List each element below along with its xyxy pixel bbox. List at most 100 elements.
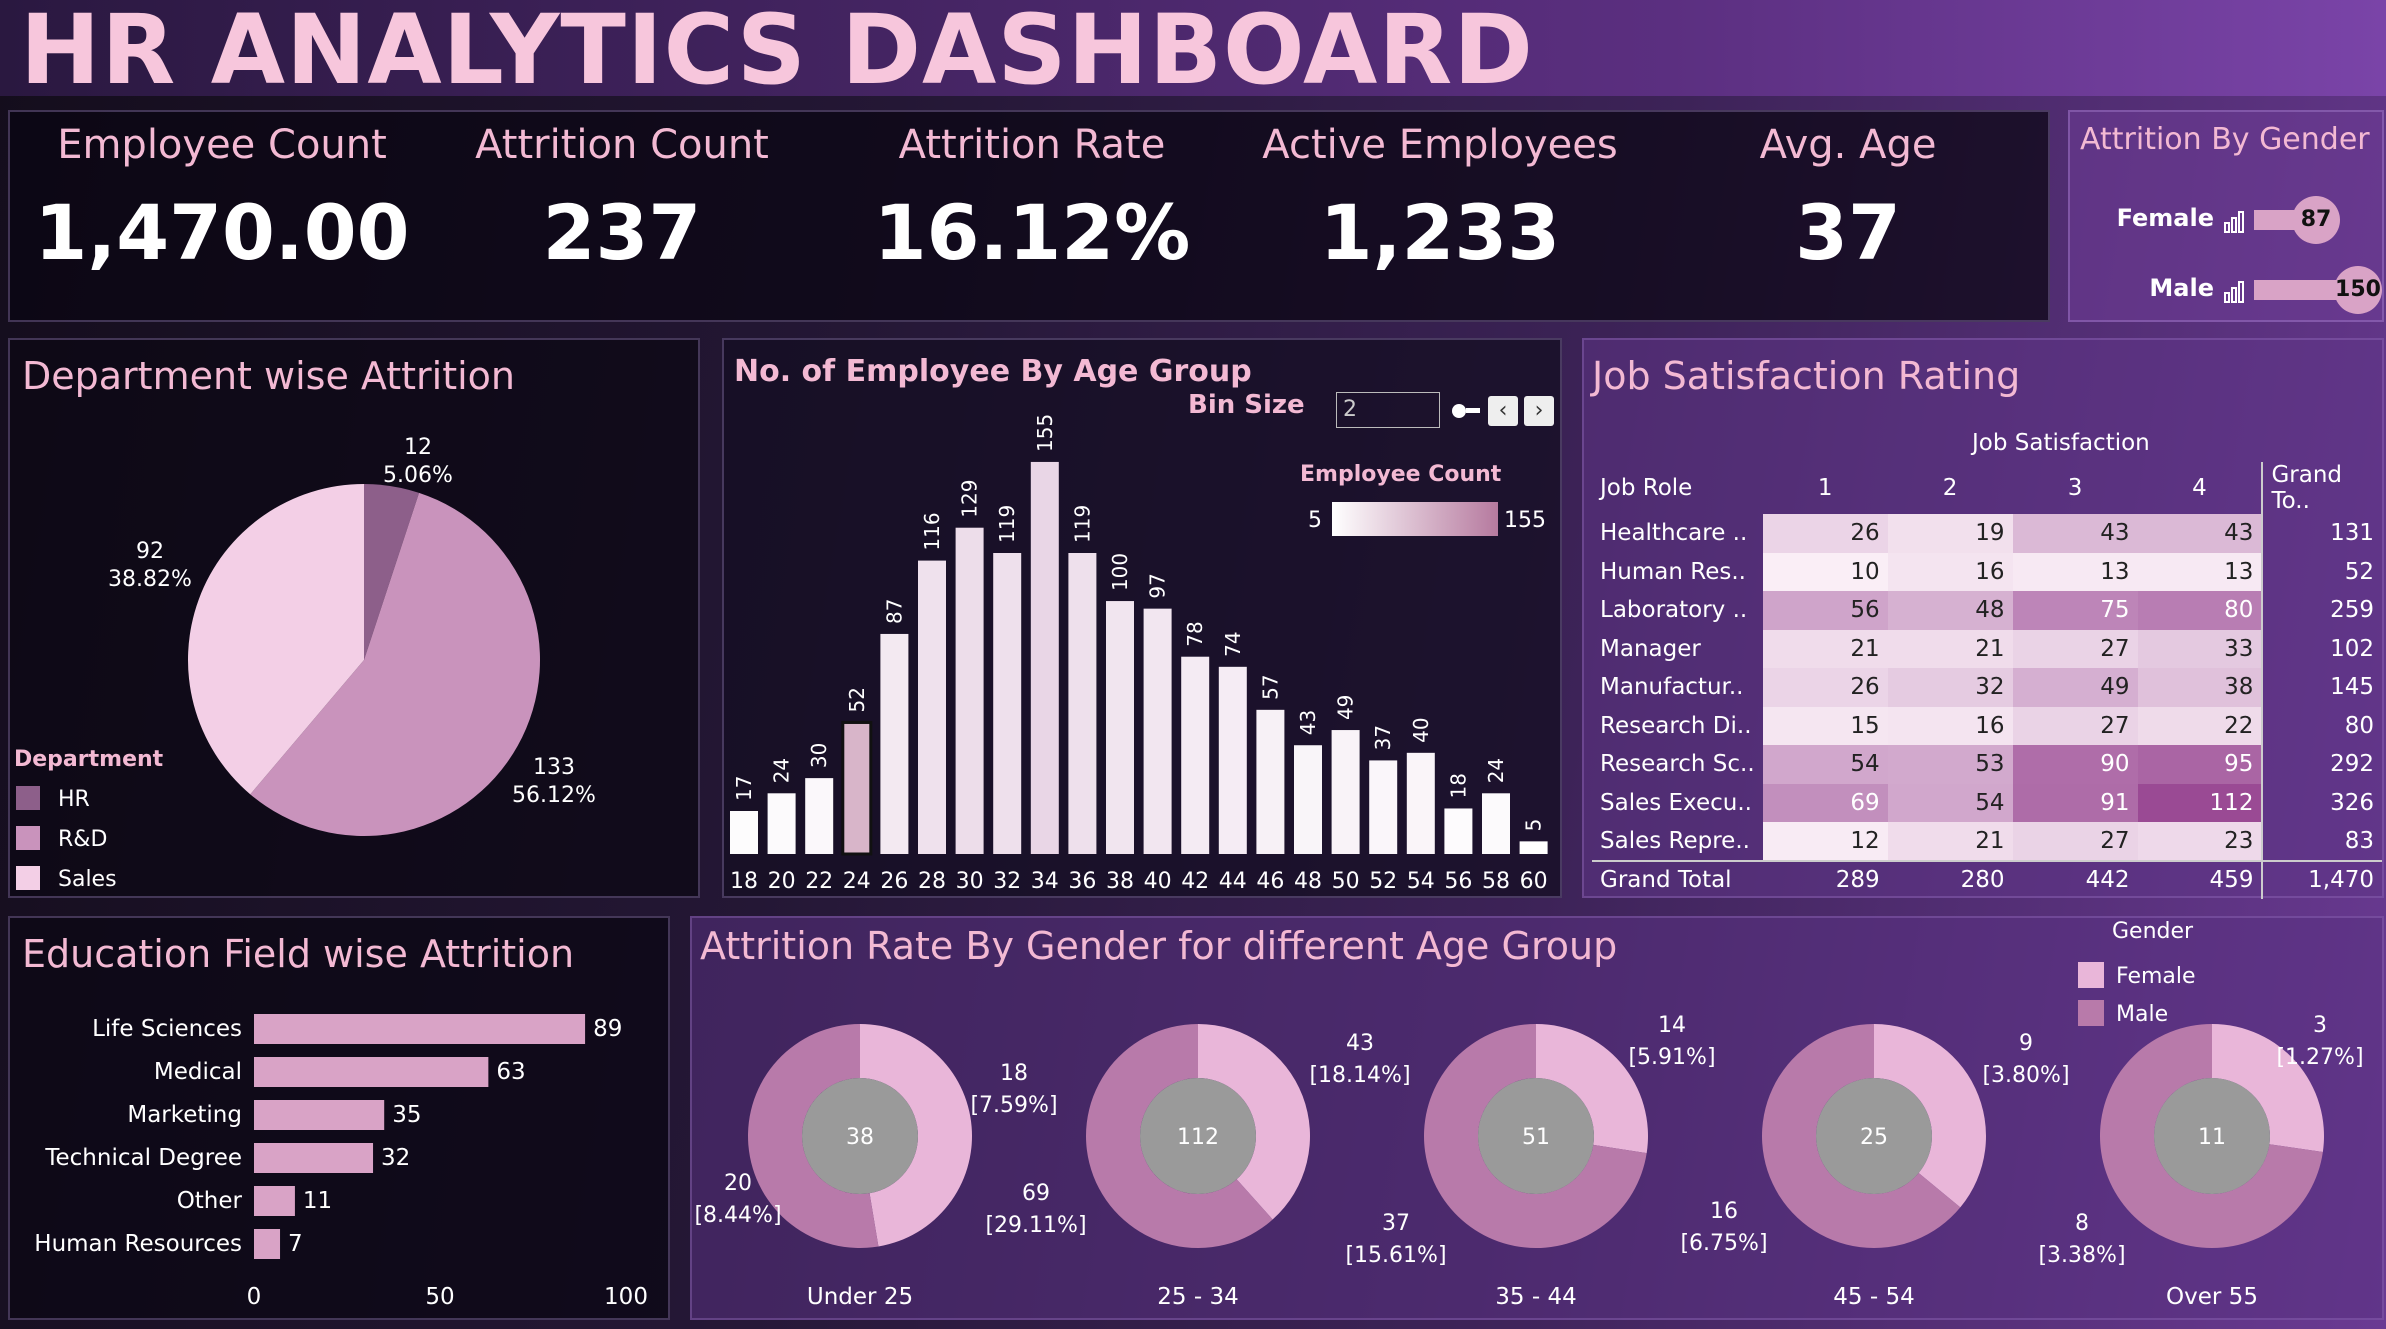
age-bar[interactable]: [918, 560, 946, 854]
age-bar[interactable]: [993, 553, 1022, 854]
table-row[interactable]: Laboratory .. 56 48 75 80 259: [1592, 591, 2382, 630]
table-row[interactable]: Healthcare .. 26 19 43 43 131: [1592, 514, 2382, 553]
rating-cell[interactable]: 10: [1762, 552, 1888, 591]
job-role-cell: Human Res..: [1600, 558, 1746, 585]
age-bar[interactable]: [805, 778, 834, 854]
department-pie-chart: 12 5.06% 92 38.82% 133 56.12% Department…: [14, 435, 596, 892]
row-total-cell: 259: [2261, 591, 2382, 630]
rating-cell[interactable]: 15: [1762, 706, 1888, 745]
education-category-label: Other: [177, 1188, 243, 1214]
education-bar[interactable]: [254, 1186, 295, 1216]
kpi-employee-count: Employee Count 1,470.00: [22, 112, 422, 277]
table-row[interactable]: Human Res.. 10 16 13 13 52: [1592, 552, 2382, 591]
job-role-cell: Research Di..: [1600, 712, 1752, 739]
age-bar[interactable]: [1181, 656, 1210, 854]
rating-cell[interactable]: 13: [2012, 552, 2138, 591]
table-row[interactable]: Research Di.. 15 16 27 22 80: [1592, 706, 2382, 745]
age-bar[interactable]: [955, 527, 984, 854]
age-bar[interactable]: [1218, 666, 1247, 854]
rating-cell[interactable]: 16: [1887, 706, 2013, 745]
rating-cell[interactable]: 54: [1762, 745, 1888, 784]
rating-cell[interactable]: 56: [1762, 591, 1888, 630]
legend-label: Male: [2116, 1002, 2168, 1027]
gender-row-male[interactable]: Male 150: [2070, 266, 2386, 314]
age-bar[interactable]: [1068, 553, 1097, 854]
rating-cell[interactable]: 90: [2012, 745, 2138, 784]
rating-cell[interactable]: 38: [2137, 668, 2263, 707]
rating-cell[interactable]: 12: [1762, 822, 1888, 861]
age-bar[interactable]: [1369, 760, 1398, 854]
rating-cell[interactable]: 43: [2137, 514, 2263, 553]
age-bar[interactable]: [1482, 793, 1510, 854]
rating-cell[interactable]: 32: [1887, 668, 2013, 707]
age-bar[interactable]: [1294, 745, 1322, 854]
rating-cell[interactable]: 48: [1887, 591, 2013, 630]
table-row[interactable]: Manufactur.. 26 32 49 38 145: [1592, 668, 2382, 707]
education-bar[interactable]: [254, 1014, 586, 1044]
age-bar[interactable]: [767, 793, 796, 854]
male-label: [15.61%]: [1345, 1243, 1446, 1268]
legend-swatch-female: [2078, 962, 2104, 988]
age-tick-label: 56: [1444, 869, 1472, 894]
rating-cell[interactable]: 53: [1887, 745, 2013, 784]
age-bar[interactable]: [1444, 808, 1473, 854]
rating-cell[interactable]: 21: [1887, 822, 2013, 861]
age-group-label: 35 - 44: [1495, 1284, 1576, 1310]
table-row[interactable]: Sales Execu.. 69 54 91 112 326: [1592, 783, 2382, 822]
rating-cell[interactable]: 49: [2012, 668, 2138, 707]
education-bar[interactable]: [254, 1143, 374, 1173]
education-bar[interactable]: [254, 1100, 385, 1130]
rating-cell[interactable]: 112: [2137, 783, 2263, 822]
gender-row-female[interactable]: Female 87: [2070, 196, 2386, 244]
rating-cell[interactable]: 43: [2012, 514, 2138, 553]
rating-cell[interactable]: 26: [1762, 514, 1888, 553]
rating-cell[interactable]: 80: [2137, 591, 2263, 630]
rating-cell[interactable]: 95: [2137, 745, 2263, 784]
rating-cell[interactable]: 33: [2137, 629, 2263, 668]
job-satisfaction-table: Job Role 1 2 3 4 Grand To.. Healthcare .…: [1592, 462, 2382, 899]
age-bar[interactable]: [841, 720, 873, 856]
age-bar[interactable]: [1256, 709, 1285, 854]
age-bar[interactable]: [1406, 752, 1435, 854]
attrition-by-gender-panel: Attrition By Gender Female 87 Male 150: [2068, 110, 2384, 322]
rating-cell[interactable]: 54: [1887, 783, 2013, 822]
rating-cell[interactable]: 27: [2012, 706, 2138, 745]
rating-cell[interactable]: 23: [2137, 822, 2263, 861]
table-row[interactable]: Sales Repre.. 12 21 27 23 83: [1592, 822, 2382, 861]
rating-cell[interactable]: 22: [2137, 706, 2263, 745]
age-bar[interactable]: [1519, 841, 1548, 854]
age-tick-label: 48: [1294, 869, 1322, 894]
job-satisfaction-panel: Job Satisfaction Rating Job Satisfaction…: [1582, 338, 2384, 899]
rating-cell[interactable]: 26: [1762, 668, 1888, 707]
age-tick-label: 38: [1106, 869, 1134, 894]
rating-cell[interactable]: 21: [1887, 629, 2013, 668]
rating-cell[interactable]: 27: [2012, 822, 2138, 861]
rating-cell[interactable]: 19: [1887, 514, 2013, 553]
rating-cell[interactable]: 21: [1762, 629, 1888, 668]
rating-cell[interactable]: 16: [1887, 552, 2013, 591]
legend-swatch-male: [2078, 1000, 2104, 1026]
age-bar[interactable]: [880, 633, 909, 854]
kpi-label: Employee Count: [57, 122, 387, 168]
rating-cell[interactable]: 69: [1762, 783, 1888, 822]
table-row[interactable]: Manager 21 21 27 33 102: [1592, 629, 2382, 668]
education-bar[interactable]: [254, 1229, 281, 1259]
bar-signal-icon: [2224, 211, 2244, 233]
age-bar[interactable]: [1030, 461, 1059, 854]
age-bar[interactable]: [1143, 608, 1172, 854]
rating-cell[interactable]: 27: [2012, 629, 2138, 668]
rating-cell[interactable]: 13: [2137, 552, 2263, 591]
education-category-label: Life Sciences: [92, 1016, 242, 1042]
female-label: [18.14%]: [1309, 1063, 1410, 1088]
legend-swatch-hr: [16, 786, 40, 810]
job-role-cell: Sales Execu..: [1600, 789, 1752, 816]
donut-total: 38: [846, 1125, 874, 1150]
age-bar[interactable]: [1106, 601, 1134, 854]
rating-cell[interactable]: 91: [2012, 783, 2138, 822]
age-bar[interactable]: [730, 811, 758, 854]
table-row[interactable]: Research Sc.. 54 53 90 95 292: [1592, 745, 2382, 784]
age-bar[interactable]: [1331, 730, 1360, 854]
rating-cell[interactable]: 75: [2012, 591, 2138, 630]
education-bar[interactable]: [254, 1057, 489, 1087]
age-tick-label: 46: [1256, 869, 1284, 894]
